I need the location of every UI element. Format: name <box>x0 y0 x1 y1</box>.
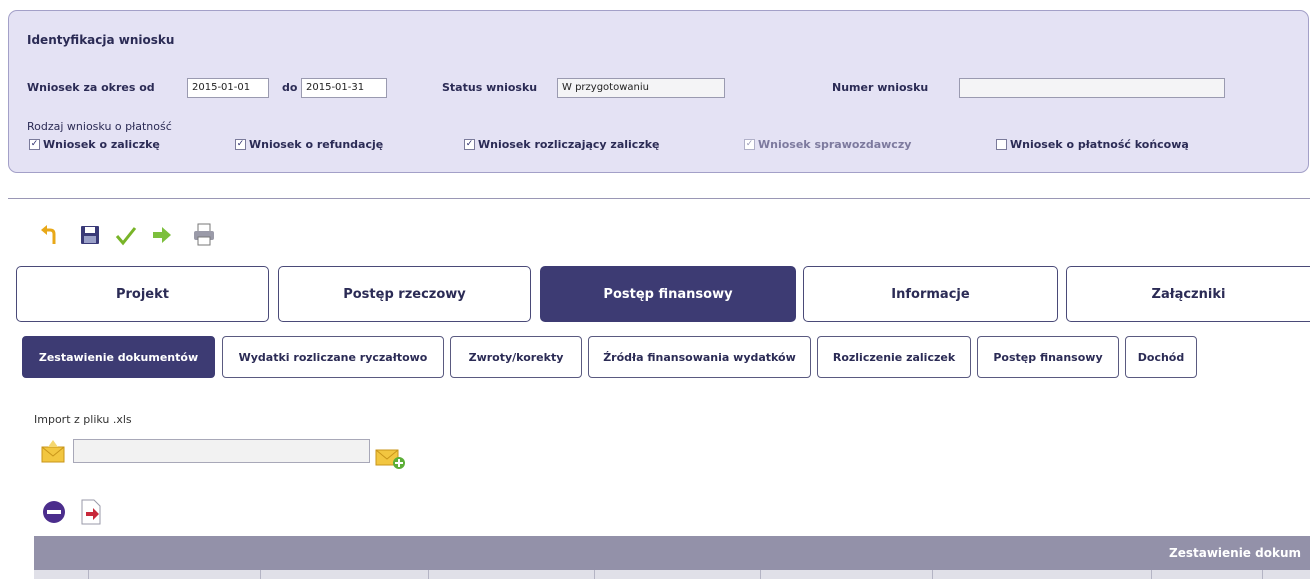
subtab-label: Wydatki rozliczane ryczałtowo <box>238 350 428 364</box>
subtab-rozliczenie-zaliczek[interactable]: Rozliczenie zaliczek <box>817 336 971 378</box>
tab-label: Załączniki <box>1151 286 1226 302</box>
import-label: Import z pliku .xls <box>34 413 132 426</box>
subtab-zestawienie-dokumentow[interactable]: Zestawienie dokumentów <box>22 336 215 378</box>
column-separator <box>1262 570 1263 579</box>
number-label: Numer wniosku <box>832 81 929 94</box>
send-arrow-icon[interactable] <box>150 222 174 248</box>
column-separator <box>1151 570 1152 579</box>
checkbox-report: ✓ Wniosek sprawozdawczy <box>744 138 911 151</box>
checkbox-box: ✓ <box>744 139 755 150</box>
import-file-input[interactable] <box>73 439 370 463</box>
column-separator <box>260 570 261 579</box>
checkbox-box[interactable]: ✓ <box>464 139 475 150</box>
tab-label: Postęp rzeczowy <box>343 286 466 302</box>
documents-table-header: Zestawienie dokum <box>34 536 1310 570</box>
column-separator <box>760 570 761 579</box>
table-column-header-row <box>34 570 1310 579</box>
tab-postep-finansowy[interactable]: Postęp finansowy <box>540 266 796 322</box>
remove-icon[interactable] <box>40 498 68 526</box>
checkbox-box[interactable]: ✓ <box>29 139 40 150</box>
subtab-dochod[interactable]: Dochód <box>1125 336 1197 378</box>
checkbox-refund[interactable]: ✓ Wniosek o refundację <box>235 138 383 151</box>
column-separator <box>932 570 933 579</box>
undo-icon[interactable] <box>38 222 62 248</box>
subtab-label: Dochód <box>1137 350 1185 364</box>
subtab-label: Zestawienie dokumentów <box>38 350 199 364</box>
checkbox-box[interactable]: ✓ <box>235 139 246 150</box>
status-label: Status wniosku <box>442 81 538 94</box>
period-to-input[interactable]: 2015-01-31 <box>301 78 387 98</box>
checkbox-label: Wniosek sprawozdawczy <box>758 138 912 151</box>
tab-projekt[interactable]: Projekt <box>16 266 269 322</box>
checkbox-label: Wniosek rozliczający zaliczkę <box>478 138 660 151</box>
subtab-label: Postęp finansowy <box>993 350 1103 364</box>
import-file-icon[interactable] <box>38 438 68 466</box>
subtab-postep-finansowy[interactable]: Postęp finansowy <box>977 336 1119 378</box>
subtab-wydatki-ryczaltowo[interactable]: Wydatki rozliczane ryczałtowo <box>222 336 444 378</box>
check-icon[interactable] <box>114 222 138 248</box>
identification-panel: Identyfikacja wniosku Wniosek za okres o… <box>8 10 1309 173</box>
subtab-zrodla-finansowania[interactable]: Źródła finansowania wydatków <box>588 336 811 378</box>
tab-postep-rzeczowy[interactable]: Postęp rzeczowy <box>278 266 531 322</box>
identification-title: Identyfikacja wniosku <box>27 33 175 47</box>
subtab-zwroty-korekty[interactable]: Zwroty/korekty <box>450 336 582 378</box>
checkbox-settling-advance[interactable]: ✓ Wniosek rozliczający zaliczkę <box>464 138 660 151</box>
column-separator <box>428 570 429 579</box>
checkbox-label: Wniosek o płatność końcową <box>1010 138 1189 151</box>
column-separator <box>88 570 89 579</box>
status-field: W przygotowaniu <box>557 78 725 98</box>
save-icon[interactable] <box>78 222 102 248</box>
column-separator <box>594 570 595 579</box>
tab-label: Projekt <box>115 286 169 302</box>
checkbox-box[interactable] <box>996 139 1007 150</box>
checkbox-final-payment[interactable]: Wniosek o płatność końcową <box>996 138 1189 151</box>
subtab-label: Źródła finansowania wydatków <box>603 350 796 364</box>
export-document-icon[interactable] <box>77 497 105 527</box>
period-from-input[interactable]: 2015-01-01 <box>187 78 269 98</box>
period-from-label: Wniosek za okres od <box>27 81 155 94</box>
request-type-label: Rodzaj wniosku o płatność <box>27 120 172 133</box>
period-to-label: do <box>282 81 298 94</box>
checkbox-advance[interactable]: ✓ Wniosek o zaliczkę <box>29 138 160 151</box>
checkbox-label: Wniosek o refundację <box>249 138 384 151</box>
print-icon[interactable] <box>192 222 216 248</box>
divider <box>8 198 1310 199</box>
table-title: Zestawienie dokum <box>1169 546 1301 560</box>
tab-label: Postęp finansowy <box>603 286 733 302</box>
add-file-icon[interactable] <box>373 443 407 471</box>
tab-informacje[interactable]: Informacje <box>803 266 1058 322</box>
tab-label: Informacje <box>891 286 970 302</box>
subtab-label: Zwroty/korekty <box>468 350 564 364</box>
checkbox-label: Wniosek o zaliczkę <box>43 138 160 151</box>
subtab-label: Rozliczenie zaliczek <box>832 350 956 364</box>
tab-zalaczniki[interactable]: Załączniki <box>1066 266 1310 322</box>
number-field <box>959 78 1225 98</box>
